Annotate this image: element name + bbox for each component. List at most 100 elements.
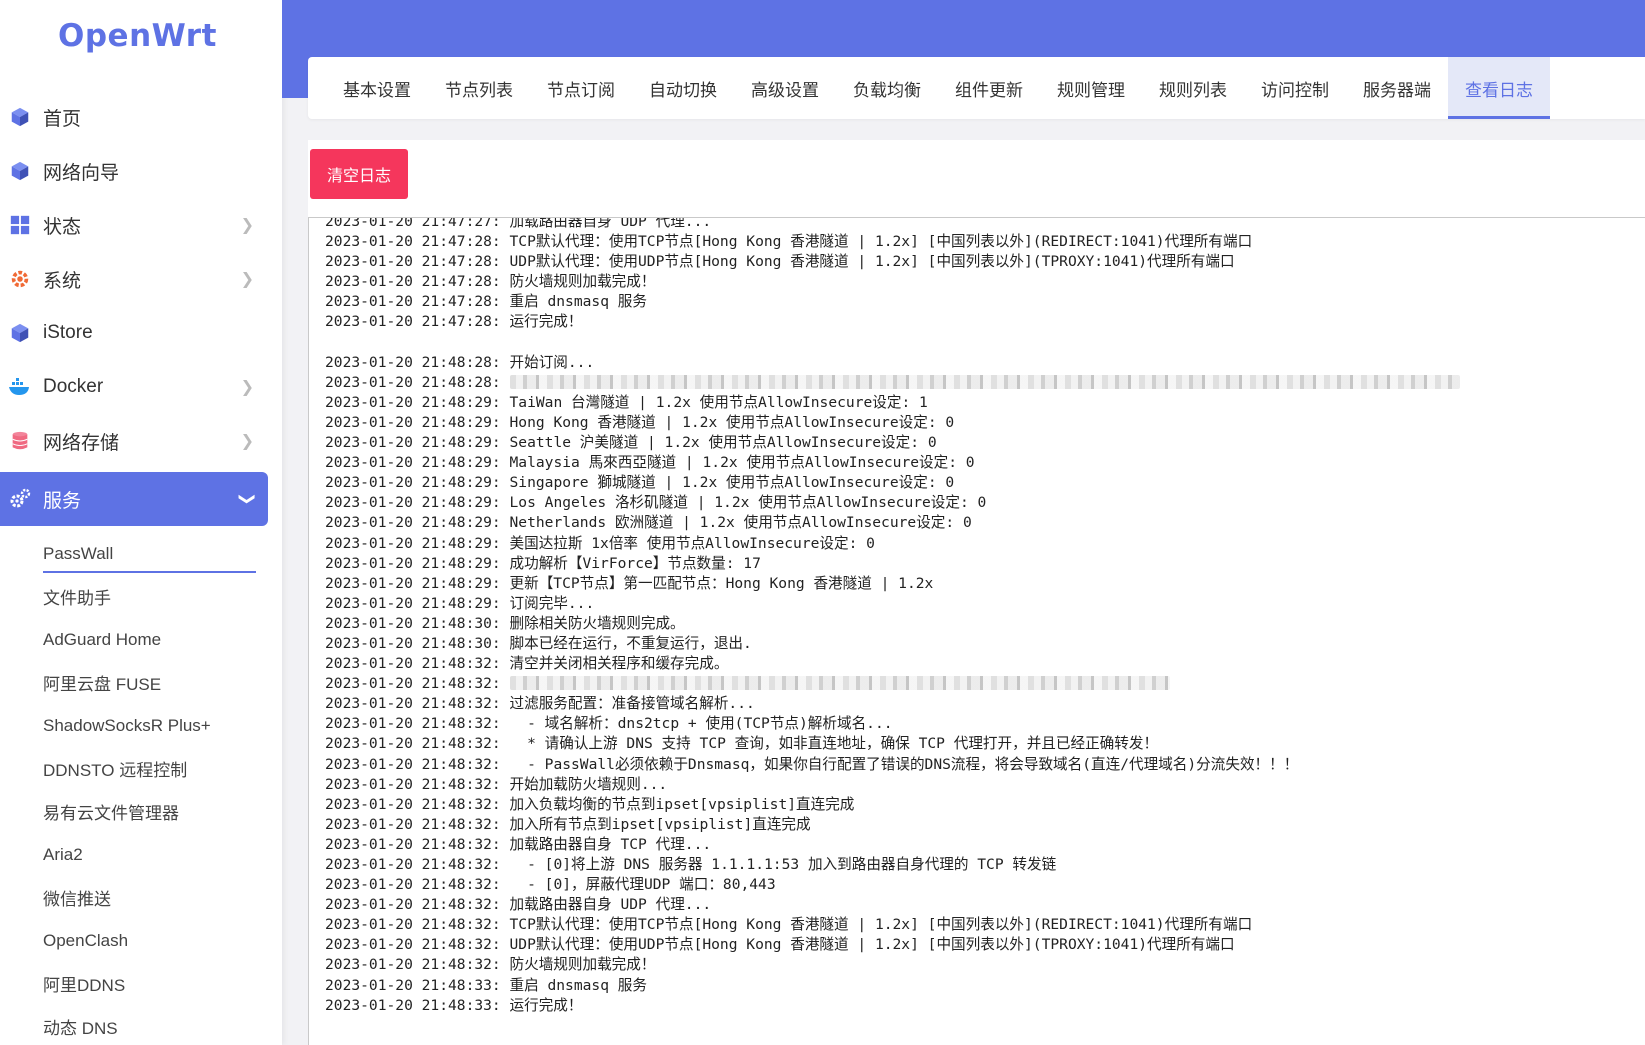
- sidebar-subitem[interactable]: 阿里云盘 FUSE: [0, 661, 282, 704]
- log-line: 2023-01-20 21:48:29: Malaysia 馬來西亞隧道 | 1…: [325, 454, 975, 472]
- sidebar-menu: 首页网络向导状态 ❯ 系统 ❯ iStore Docker ❯ 网络存储 ❯ 服务 ❯ PassWal…: [0, 90, 282, 1045]
- log-line: 2023-01-20 21:48:32: - [0]将上游 DNS 服务器 1.…: [325, 856, 1057, 873]
- log-line: 2023-01-20 21:48:28:: [325, 373, 1645, 393]
- grid-icon: [8, 213, 32, 237]
- log-line: 2023-01-20 21:48:32: UDP默认代理：使用UDP节点[Hon…: [325, 936, 1235, 954]
- log-line: 2023-01-20 21:47:28: 防火墙规则加载完成！: [325, 273, 656, 291]
- log-line: 2023-01-20 21:48:32: 防火墙规则加载完成！: [325, 956, 656, 974]
- chevron-right-icon: ❯: [240, 379, 254, 396]
- log-line: 2023-01-20 21:47:28: 运行完成！: [325, 313, 583, 331]
- sidebar-subitem[interactable]: 文件助手: [0, 575, 282, 618]
- log-line: 2023-01-20 21:48:32: - PassWall必须依赖于Dnsm…: [325, 755, 1299, 773]
- tab[interactable]: 节点订阅: [530, 57, 632, 119]
- sidebar-item[interactable]: 系统 ❯: [0, 252, 268, 306]
- log-line: 2023-01-20 21:48:29: 美国达拉斯 1x倍率 使用节点Allo…: [325, 534, 875, 552]
- log-line: 2023-01-20 21:48:32: 加载路由器自身 TCP 代理...: [325, 835, 712, 853]
- sidebar-item[interactable]: Docker ❯: [0, 360, 268, 414]
- log-textarea[interactable]: 2023-01-20 21:47:27: 加载路由器自身 UDP 代理... 20…: [308, 217, 1645, 1045]
- tab[interactable]: 组件更新: [938, 57, 1040, 119]
- sidebar-item[interactable]: 网络向导: [0, 144, 268, 198]
- tab[interactable]: 高级设置: [734, 57, 836, 119]
- gear-icon: [8, 267, 32, 291]
- log-line: 2023-01-20 21:48:32: 开始加载防火墙规则...: [325, 775, 668, 793]
- tab[interactable]: 负载均衡: [836, 57, 938, 119]
- sidebar-item-label: 状态: [43, 216, 82, 238]
- chevron-right-icon: ❯: [240, 433, 254, 450]
- log-line: 2023-01-20 21:48:29: Netherlands 欧洲隧道 | …: [325, 514, 972, 532]
- sidebar-subitem[interactable]: ShadowSocksR Plus+: [0, 704, 282, 747]
- log-line: 2023-01-20 21:48:29: Seattle 沪美隧道 | 1.2x…: [325, 434, 937, 452]
- sidebar-subitem[interactable]: AdGuard Home: [0, 618, 282, 661]
- database-icon: [8, 429, 32, 453]
- tab-bar: 基本设置 节点列表 节点订阅 自动切换 高级设置 负载均衡 组件更新 规则管理 规则列表 访问控制…: [308, 57, 1645, 119]
- sidebar-subitem[interactable]: Aria2: [0, 833, 282, 876]
- cube-icon: [8, 159, 32, 183]
- log-line: 2023-01-20 21:48:32: - [0]，屏蔽代理UDP 端口：80…: [325, 876, 776, 894]
- sidebar-item-label: 网络存储: [43, 432, 120, 454]
- log-line: 2023-01-20 21:47:28: UDP默认代理：使用UDP节点[Hon…: [325, 253, 1235, 271]
- sidebar-item-services[interactable]: 服务 ❯: [0, 472, 268, 526]
- main-content: 清空日志 2023-01-20 21:47:27: 加载路由器自身 UDP 代理…: [308, 140, 1645, 1045]
- sidebar-subitem[interactable]: 阿里DDNS: [0, 962, 282, 1005]
- tab[interactable]: 自动切换: [632, 57, 734, 119]
- chevron-right-icon: ❯: [240, 217, 254, 234]
- cube-icon: [8, 321, 32, 345]
- log-line: 2023-01-20 21:48:29: 更新【TCP节点】第一匹配节点：Hon…: [325, 574, 934, 592]
- sidebar: OpenWrt 首页 网络向导 状态 ❯ 系统 ❯ iStore Docker ❯ 网络存储 ❯ 服务…: [0, 0, 282, 1045]
- cube-icon: [8, 105, 32, 129]
- log-line: 2023-01-20 21:48:29: 订阅完毕...: [325, 594, 595, 612]
- chevron-down-icon: ❯: [238, 492, 256, 506]
- log-line: 2023-01-20 21:48:29: Hong Kong 香港隧道 | 1.…: [325, 413, 955, 431]
- sidebar-item-label: 系统: [43, 270, 82, 292]
- gears-icon: [8, 487, 32, 511]
- log-line: 2023-01-20 21:48:32: 加入负载均衡的节点到ipset[vps…: [325, 795, 855, 813]
- log-line: 2023-01-20 21:48:32: 加载路由器自身 UDP 代理...: [325, 896, 712, 914]
- sidebar-subitem[interactable]: DDNSTO 远程控制: [0, 747, 282, 790]
- log-line: 2023-01-20 21:47:28: 重启 dnsmasq 服务: [325, 293, 647, 311]
- log-line: 2023-01-20 21:48:33: 重启 dnsmasq 服务: [325, 976, 647, 994]
- tab[interactable]: 规则列表: [1142, 57, 1244, 119]
- clear-log-button[interactable]: 清空日志: [310, 149, 408, 199]
- sidebar-item-label: 首页: [43, 108, 82, 130]
- sidebar-subitem[interactable]: 微信推送: [0, 876, 282, 919]
- log-line: 2023-01-20 21:48:32:: [325, 674, 1645, 694]
- log-line: 2023-01-20 21:48:29: 成功解析【VirForce】节点数量:…: [325, 554, 761, 572]
- tab[interactable]: 访问控制: [1244, 57, 1346, 119]
- redacted-blur: [509, 676, 1170, 691]
- tab[interactable]: 查看日志: [1448, 57, 1550, 119]
- sidebar-item-label: iStore: [43, 322, 93, 343]
- log-line: 2023-01-20 21:48:29: TaiWan 台灣隧道 | 1.2x …: [325, 393, 928, 411]
- sidebar-subitem[interactable]: 易有云文件管理器: [0, 790, 282, 833]
- log-line: 2023-01-20 21:47:28: TCP默认代理：使用TCP节点[Hon…: [325, 233, 1253, 251]
- log-line: 2023-01-20 21:48:30: 删除相关防火墙规则完成。: [325, 614, 685, 632]
- sidebar-item-label: 网络向导: [43, 162, 120, 184]
- sidebar-item-label: Docker: [43, 376, 104, 397]
- services-submenu: PassWall 文件助手 AdGuard Home 阿里云盘 FUSE ShadowS…: [0, 532, 282, 1045]
- log-line: 2023-01-20 21:48:29: Los Angeles 洛杉矶隧道 |…: [325, 494, 987, 512]
- log-line: 2023-01-20 21:48:32: TCP默认代理：使用TCP节点[Hon…: [325, 916, 1253, 934]
- whale-icon: [8, 375, 32, 399]
- log-line: 2023-01-20 21:48:32: 过滤服务配置：准备接管域名解析...: [325, 695, 755, 713]
- sidebar-subitem[interactable]: 动态 DNS: [0, 1005, 282, 1045]
- tab[interactable]: 服务器端: [1346, 57, 1448, 119]
- chevron-right-icon: ❯: [240, 271, 254, 288]
- log-line: 2023-01-20 21:48:32: - 域名解析：dns2tcp + 使用…: [325, 715, 893, 733]
- sidebar-item[interactable]: 状态 ❯: [0, 198, 268, 252]
- sidebar-item-label: 服务: [43, 490, 82, 512]
- log-line: 2023-01-20 21:48:32: * 请确认上游 DNS 支持 TCP …: [325, 735, 1159, 753]
- log-line: 2023-01-20 21:48:32: 清空并关闭相关程序和缓存完成。: [325, 655, 729, 673]
- log-line: 2023-01-20 21:48:30: 脚本已经在运行，不重复运行，退出.: [325, 634, 752, 652]
- log-line: 2023-01-20 21:48:33: 运行完成！: [325, 996, 583, 1014]
- tab[interactable]: 节点列表: [428, 57, 530, 119]
- sidebar-item[interactable]: iStore: [0, 306, 268, 360]
- sidebar-item[interactable]: 网络存储 ❯: [0, 414, 268, 468]
- log-line: 2023-01-20 21:48:28: 开始订阅...: [325, 353, 595, 371]
- openwrt-logo[interactable]: OpenWrt: [0, 0, 282, 72]
- log-line: 2023-01-20 21:48:29: Singapore 獅城隧道 | 1.…: [325, 474, 955, 492]
- sidebar-item[interactable]: 首页: [0, 90, 268, 144]
- tab[interactable]: 基本设置: [326, 57, 428, 119]
- tab[interactable]: 规则管理: [1040, 57, 1142, 119]
- sidebar-subitem[interactable]: OpenClash: [0, 919, 282, 962]
- sidebar-subitem[interactable]: PassWall: [0, 532, 282, 575]
